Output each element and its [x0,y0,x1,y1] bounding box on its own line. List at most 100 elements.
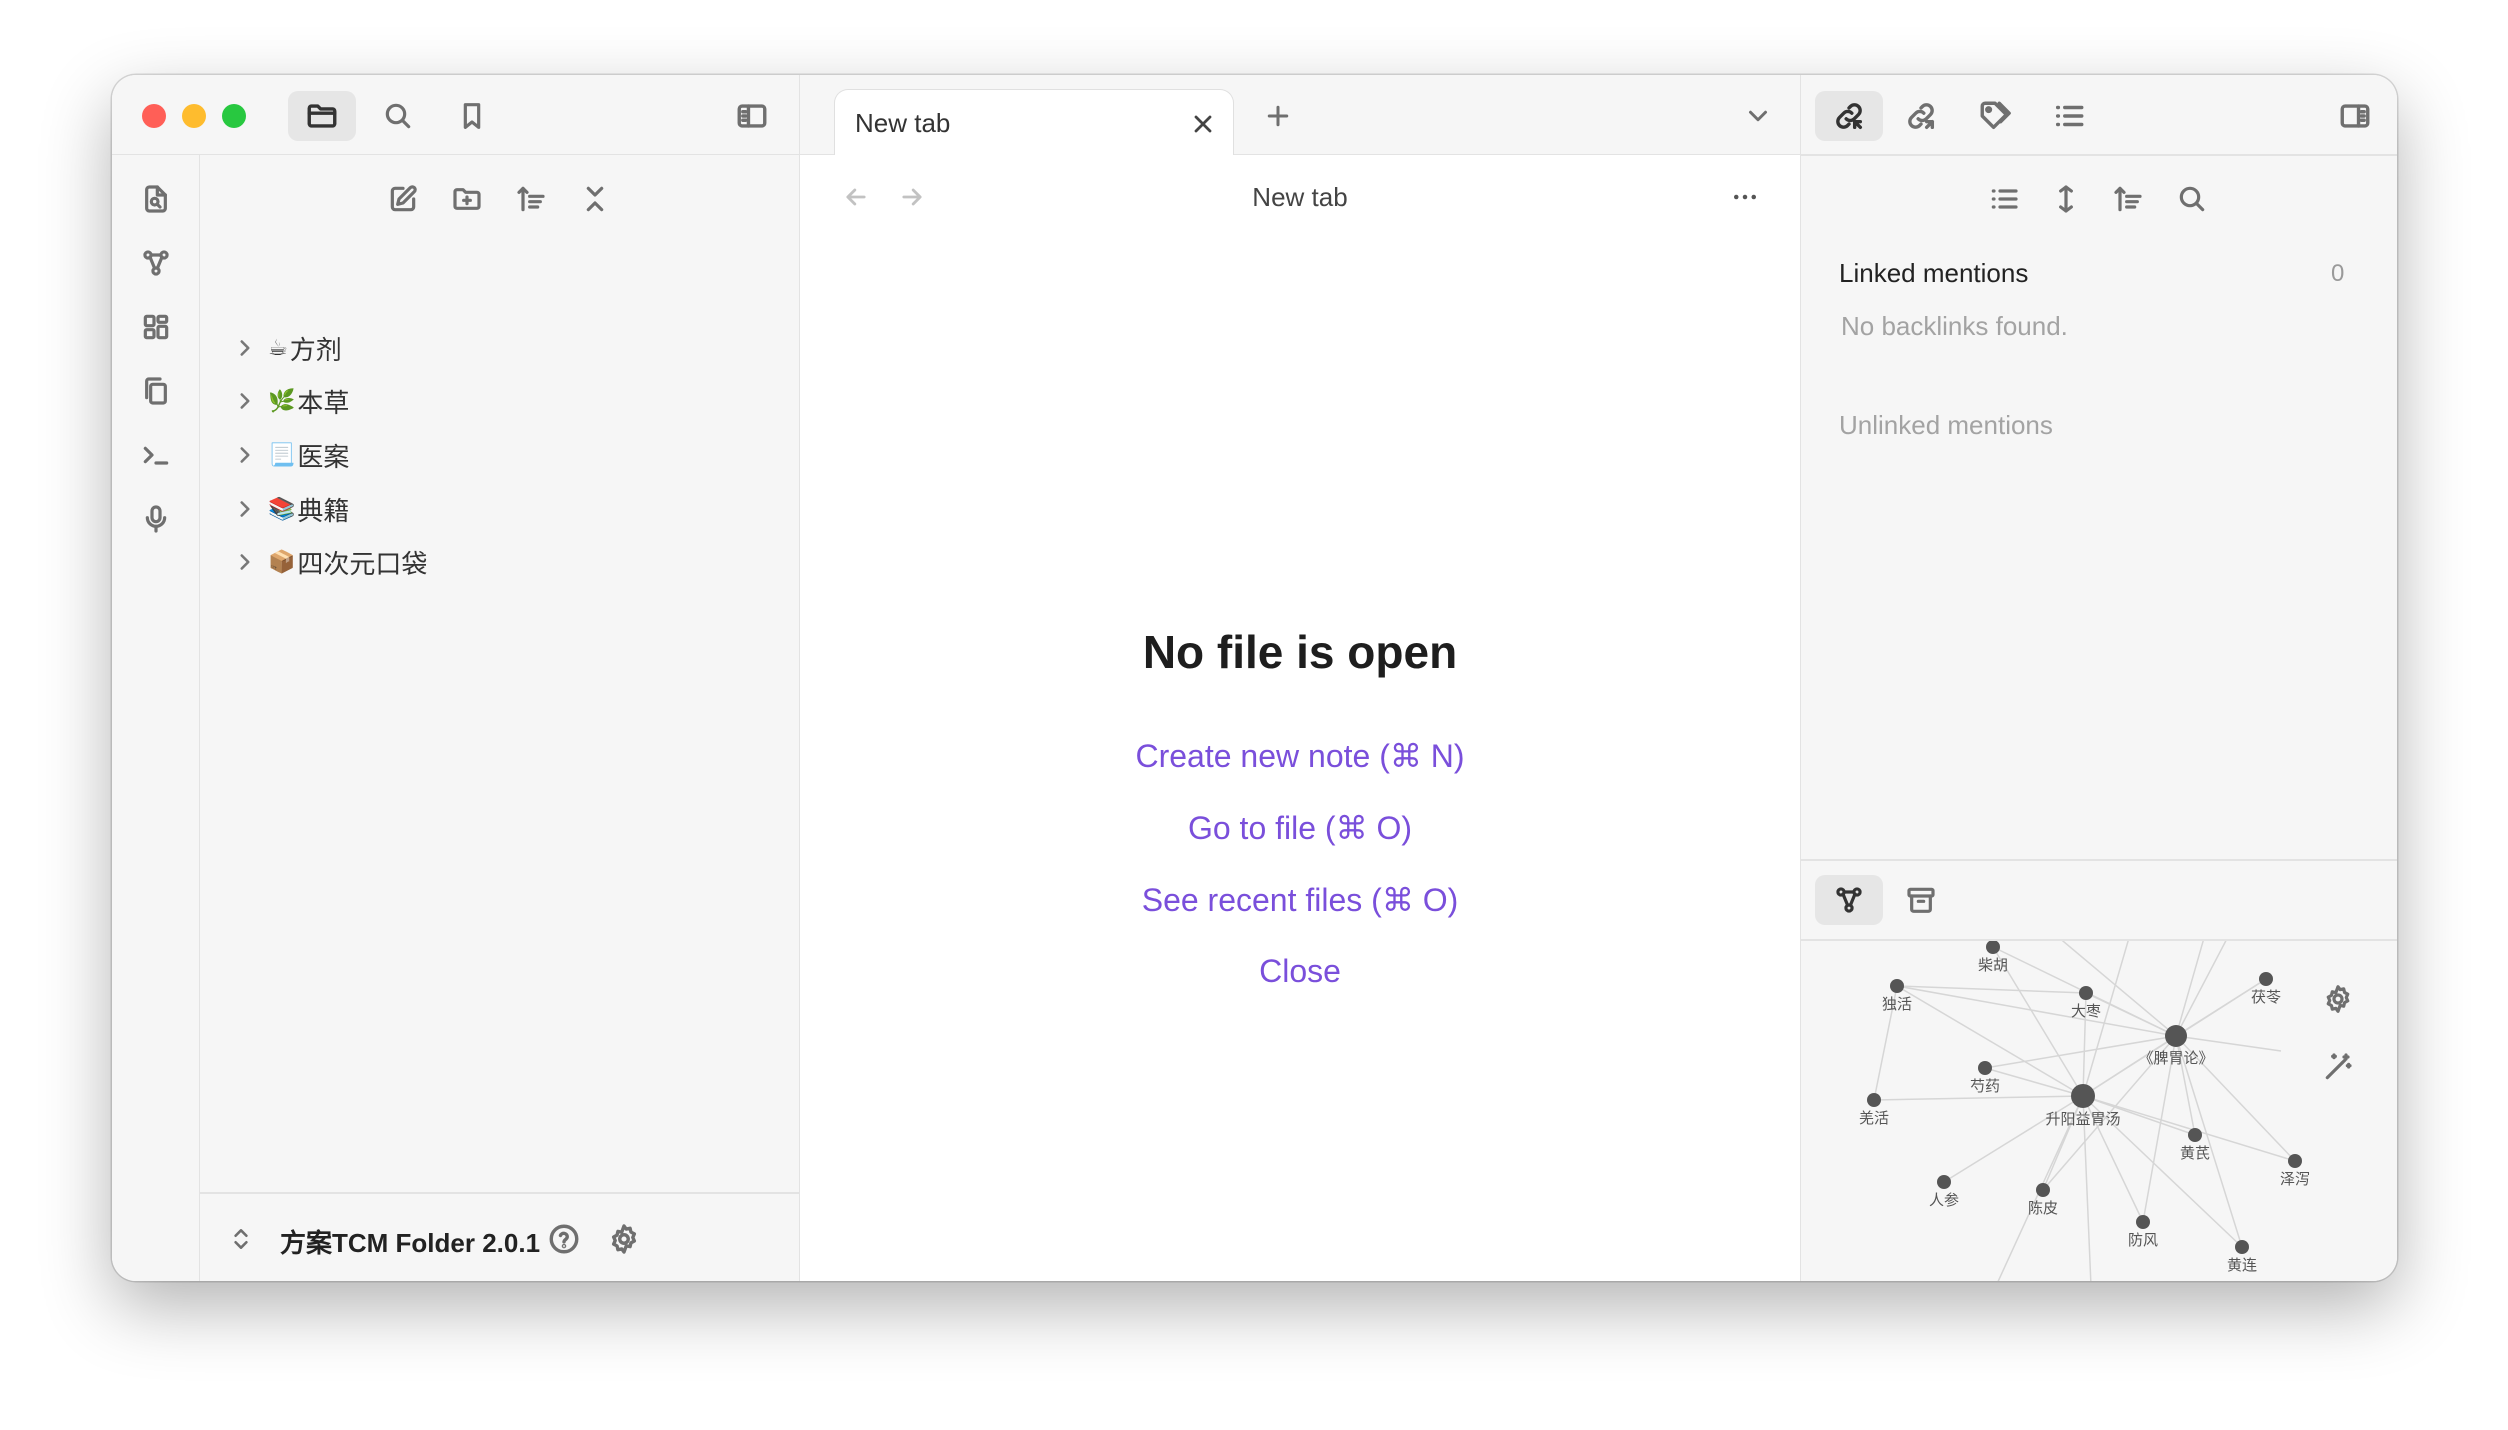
show-more-context-icon[interactable] [2041,175,2091,223]
left-titlebar [112,75,800,155]
graph-node[interactable] [2136,1215,2150,1229]
search-icon[interactable] [370,91,426,141]
sidebar-left-toggle-icon[interactable] [724,91,780,141]
tab-list-chevron-down-icon[interactable] [1734,93,1782,139]
folder-icon[interactable] [288,91,356,141]
folder-emoji-icon: ☕ [268,335,288,360]
graph-node-label: 防风 [2128,1231,2158,1249]
graph-node-label: 黄芪 [2180,1144,2210,1162]
linked-mentions-heading[interactable]: Linked mentions [1839,258,2028,289]
templates-icon[interactable] [130,367,182,415]
collapse-results-list-icon[interactable] [1979,175,2029,223]
graph-node-label: 升阳益胃汤 [2045,1110,2120,1128]
tree-folder-item[interactable]: 📚 典籍 [232,486,349,532]
see-recent-files-link[interactable]: See recent files (⌘ O) [800,881,1800,919]
chevron-right-icon[interactable] [232,442,258,468]
chevron-right-icon[interactable] [232,388,258,414]
graph-node-label: 茯苓 [2251,988,2281,1006]
graph-node[interactable] [1867,1093,1881,1107]
outgoing-links-icon[interactable] [1891,91,1951,141]
graph-node[interactable] [2188,1128,2202,1142]
graph-node[interactable] [2071,1084,2095,1108]
graph-node-label: 泽泻 [2280,1170,2310,1188]
unlinked-mentions-heading[interactable]: Unlinked mentions [1839,410,2053,441]
graph-node[interactable] [2259,972,2273,986]
window-minimize-button[interactable] [182,104,206,128]
collapse-all-icon[interactable] [570,175,620,223]
graph-node[interactable] [2165,1025,2187,1047]
graph-node-label: 柴胡 [1978,956,2008,974]
chevron-right-icon[interactable] [232,496,258,522]
graph-node-label: 陈皮 [2028,1199,2058,1217]
footer-divider [200,1192,800,1194]
vault-name[interactable]: 方案TCM Folder 2.0.1 [280,1223,540,1260]
backlinks-search-icon[interactable] [2167,175,2217,223]
archive-icon[interactable] [1891,875,1951,925]
no-backlinks-text: No backlinks found. [1841,311,2068,341]
graph-view-icon[interactable] [130,239,182,287]
outline-list-icon[interactable] [2039,91,2099,141]
folder-emoji-icon: 📦 [268,549,296,574]
new-tab-plus-icon[interactable] [1254,93,1302,139]
editor-area: New tab No file is open Create new note … [800,155,1800,1281]
help-icon[interactable] [542,1217,586,1261]
backlinks-icon[interactable] [1815,91,1883,141]
graph-node[interactable] [1978,1061,1992,1075]
window-close-button[interactable] [142,104,166,128]
graph-node[interactable] [2036,1183,2050,1197]
tab-new-tab[interactable]: New tab [834,89,1234,157]
canvas-icon[interactable] [130,303,182,351]
vault-switch-chevrons-icon[interactable] [224,1222,258,1256]
tree-folder-item[interactable]: ☕ 方剂 [232,325,342,371]
chevron-right-icon[interactable] [232,335,258,361]
graph-edge [1943,1095,2084,1183]
tab-label: New tab [855,108,951,138]
graph-node[interactable] [1890,979,1904,993]
open-quick-switcher-icon[interactable] [130,175,182,223]
file-explorer: ☕ 方剂 🌿 本草 📃 医案 📚 典籍 📦 四次元口袋 方案TCM Folder 2.0.1 [200,155,800,1281]
graph-node[interactable] [1986,941,2000,954]
create-new-note-link[interactable]: Create new note (⌘ N) [800,737,1800,775]
microphone-icon[interactable] [130,495,182,543]
folder-emoji-icon: 📚 [268,496,296,521]
right-split-divider [1801,859,2397,861]
local-graph-icon[interactable] [1815,875,1883,925]
graph-edge [2175,941,2227,1037]
sidebar-right-toggle-icon[interactable] [2325,91,2385,141]
backlinks-sort-icon[interactable] [2103,175,2153,223]
graph-settings-gear-icon[interactable] [2313,975,2363,1023]
tree-folder-item[interactable]: 📃 医案 [232,432,349,478]
window-zoom-button[interactable] [222,104,246,128]
new-folder-icon[interactable] [442,175,492,223]
graph-animate-wand-icon[interactable] [2313,1043,2363,1091]
sort-icon[interactable] [506,175,556,223]
close-tab-icon[interactable] [1185,106,1221,142]
graph-edge [1873,1095,2084,1101]
empty-state-title: No file is open [1142,626,1458,678]
folder-label: 四次元口袋 [297,548,428,579]
graph-node[interactable] [2288,1154,2302,1168]
view-header-title: New tab [1252,182,1348,212]
graph-node[interactable] [2235,1240,2249,1254]
graph-canvas[interactable]: 柴胡 独活 大枣 茯苓 《脾胃论》 芍药 羌活 升阳益胃汤 黄芪 泽泻 人参 陈皮 防风 黄连 [1801,941,2397,1281]
folder-label: 典籍 [297,495,350,526]
chevron-right-icon[interactable] [232,549,258,575]
tags-icon[interactable] [1965,91,2025,141]
graph-node[interactable] [1937,1175,1951,1189]
graph-edge [1896,985,2087,994]
terminal-icon[interactable] [130,431,182,479]
close-link[interactable]: Close [800,953,1800,990]
graph-node[interactable] [2079,986,2093,1000]
graph-node-label: 《脾胃论》 [2138,1049,2213,1067]
more-options-icon[interactable] [1720,175,1770,219]
right-sidebar: Linked mentions 0 No backlinks found. Un… [1800,75,2397,1281]
right-top-divider [1801,154,2397,156]
tree-folder-item[interactable]: 📦 四次元口袋 [232,539,427,585]
go-to-file-link[interactable]: Go to file (⌘ O) [800,809,1800,847]
settings-gear-icon[interactable] [602,1217,646,1261]
linked-mentions-count: 0 [2331,260,2345,287]
new-note-icon[interactable] [378,175,428,223]
tree-folder-item[interactable]: 🌿 本草 [232,378,349,424]
bookmark-icon[interactable] [444,91,500,141]
graph-node-label: 独活 [1882,995,1912,1013]
